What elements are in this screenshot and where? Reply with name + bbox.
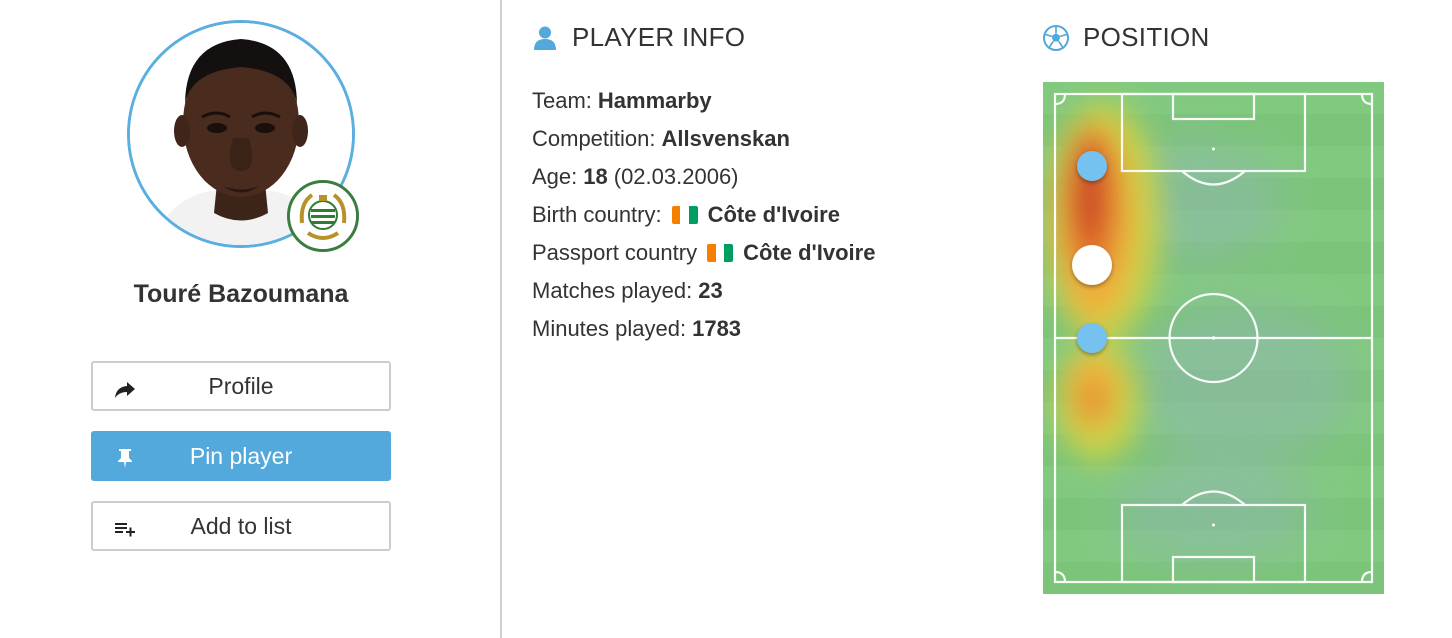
competition-value: Allsvenskan [661, 126, 790, 151]
position-marker-primary [1072, 245, 1112, 285]
competition-label: Competition: [532, 126, 656, 151]
player-name: Touré Bazoumana [133, 280, 349, 308]
profile-button[interactable]: Profile [91, 361, 391, 411]
soccer-ball-icon [1043, 24, 1069, 51]
position-heatmap [1043, 82, 1384, 594]
pin-player-button[interactable]: Pin player [91, 431, 391, 481]
share-arrow-icon [113, 376, 137, 400]
pin-icon [113, 446, 137, 470]
minutes-value: 1783 [692, 316, 742, 341]
avatar-wrap [127, 20, 359, 252]
info-row-competition: Competition: Allsvenskan [532, 120, 1012, 158]
birth-date: (02.03.2006) [613, 164, 739, 189]
info-row-passport-country: Passport country Côte d'Ivoire [532, 234, 1012, 272]
birth-country-label: Birth country: [532, 202, 662, 227]
pin-player-button-label: Pin player [189, 442, 293, 469]
playlist-add-icon [113, 516, 137, 540]
passport-country-label: Passport country [532, 240, 698, 265]
birth-country-value: Côte d'Ivoire [707, 202, 840, 227]
player-info-title-text: PLAYER INFO [572, 22, 746, 52]
matches-value: 23 [698, 278, 723, 303]
player-card: Touré Bazoumana Profile Pin player Add t… [0, 0, 500, 638]
passport-country-value: Côte d'Ivoire [743, 240, 876, 265]
profile-button-label: Profile [208, 372, 274, 399]
info-row-team: Team: Hammarby [532, 82, 1012, 120]
info-row-birth-country: Birth country: Côte d'Ivoire [532, 196, 1012, 234]
info-row-minutes: Minutes played: 1783 [532, 310, 1012, 348]
player-info-list: Team: Hammarby Competition: Allsvenskan … [532, 82, 1012, 348]
age-value: 18 [583, 164, 608, 189]
position-title: POSITION [1043, 22, 1210, 53]
add-to-list-button[interactable]: Add to list [91, 501, 391, 551]
column-divider [500, 0, 502, 638]
ivory-coast-flag-icon [707, 244, 734, 262]
club-badge-icon [287, 180, 359, 252]
position-marker [1077, 151, 1107, 181]
ivory-coast-flag-icon [671, 206, 698, 224]
position-marker [1077, 323, 1107, 353]
info-row-age: Age: 18 (02.03.2006) [532, 158, 1012, 196]
position-title-text: POSITION [1083, 22, 1210, 52]
add-to-list-button-label: Add to list [190, 512, 292, 539]
user-icon [532, 25, 558, 51]
team-label: Team: [532, 88, 592, 113]
player-info-title: PLAYER INFO [532, 22, 745, 53]
minutes-label: Minutes played: [532, 316, 687, 341]
info-row-matches: Matches played: 23 [532, 272, 1012, 310]
team-value: Hammarby [597, 88, 712, 113]
age-label: Age: [532, 164, 578, 189]
matches-label: Matches played: [532, 278, 693, 303]
